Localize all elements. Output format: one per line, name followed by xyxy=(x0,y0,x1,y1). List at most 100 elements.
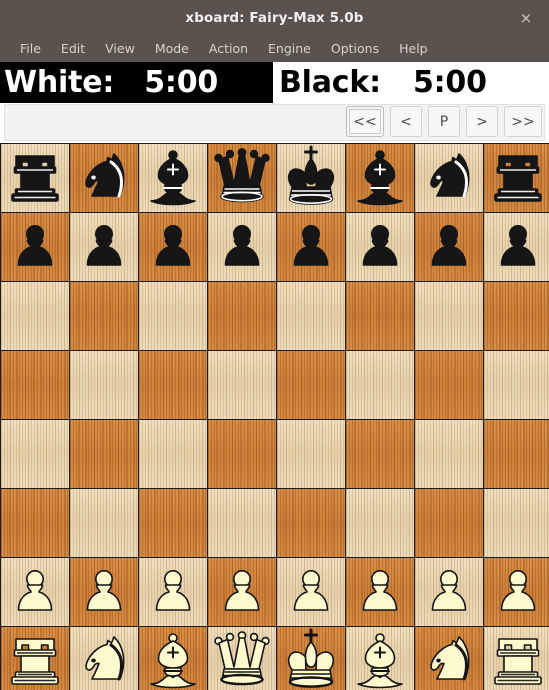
board-square[interactable] xyxy=(484,489,549,557)
board-square[interactable] xyxy=(70,213,138,281)
menu-item-action[interactable]: Action xyxy=(199,36,258,62)
board-square[interactable] xyxy=(484,144,549,212)
board-square[interactable] xyxy=(415,144,483,212)
board-square[interactable] xyxy=(346,489,414,557)
board-square[interactable] xyxy=(346,282,414,350)
board-square[interactable] xyxy=(208,489,276,557)
black-rook[interactable] xyxy=(1,144,69,212)
white-queen[interactable] xyxy=(208,627,276,690)
board-square[interactable] xyxy=(484,420,549,488)
board-square[interactable] xyxy=(208,420,276,488)
white-rook[interactable] xyxy=(1,627,69,690)
black-queen[interactable] xyxy=(208,144,276,212)
board-square[interactable] xyxy=(70,144,138,212)
board-square[interactable] xyxy=(346,144,414,212)
black-pawn[interactable] xyxy=(415,213,483,281)
board-square[interactable] xyxy=(70,558,138,626)
board-square[interactable] xyxy=(277,489,345,557)
board-square[interactable] xyxy=(277,627,345,690)
board-square[interactable] xyxy=(1,558,69,626)
previous-move-button[interactable]: < xyxy=(390,106,422,137)
board-square[interactable] xyxy=(415,282,483,350)
black-knight[interactable] xyxy=(70,144,138,212)
black-rook[interactable] xyxy=(484,144,549,212)
board-square[interactable] xyxy=(70,282,138,350)
board-square[interactable] xyxy=(1,282,69,350)
menu-item-view[interactable]: View xyxy=(95,36,145,62)
board-square[interactable] xyxy=(346,558,414,626)
chess-board[interactable] xyxy=(1,144,549,690)
white-clock[interactable]: White: 5:00 xyxy=(0,62,273,103)
board-square[interactable] xyxy=(208,144,276,212)
board-square[interactable] xyxy=(277,420,345,488)
white-rook[interactable] xyxy=(484,627,549,690)
board-square[interactable] xyxy=(484,351,549,419)
black-pawn[interactable] xyxy=(346,213,414,281)
close-icon[interactable]: × xyxy=(512,0,540,36)
black-pawn[interactable] xyxy=(1,213,69,281)
board-square[interactable] xyxy=(70,489,138,557)
board-square[interactable] xyxy=(139,282,207,350)
white-pawn[interactable] xyxy=(277,558,345,626)
next-move-button[interactable]: > xyxy=(466,106,498,137)
board-square[interactable] xyxy=(415,351,483,419)
board-square[interactable] xyxy=(139,489,207,557)
board-square[interactable] xyxy=(277,282,345,350)
board-square[interactable] xyxy=(139,351,207,419)
white-king[interactable] xyxy=(277,627,345,690)
last-move-button[interactable]: >> xyxy=(504,106,542,137)
board-square[interactable] xyxy=(70,627,138,690)
black-bishop[interactable] xyxy=(139,144,207,212)
white-pawn[interactable] xyxy=(208,558,276,626)
board-square[interactable] xyxy=(1,213,69,281)
menu-item-edit[interactable]: Edit xyxy=(51,36,95,62)
board-square[interactable] xyxy=(208,213,276,281)
board-square[interactable] xyxy=(484,213,549,281)
board-square[interactable] xyxy=(208,558,276,626)
board-square[interactable] xyxy=(1,489,69,557)
board-square[interactable] xyxy=(70,351,138,419)
board-square[interactable] xyxy=(484,558,549,626)
white-bishop[interactable] xyxy=(139,627,207,690)
menu-item-mode[interactable]: Mode xyxy=(145,36,199,62)
black-pawn[interactable] xyxy=(70,213,138,281)
white-pawn[interactable] xyxy=(139,558,207,626)
board-square[interactable] xyxy=(139,144,207,212)
board-square[interactable] xyxy=(415,420,483,488)
board-square[interactable] xyxy=(1,627,69,690)
white-knight[interactable] xyxy=(70,627,138,690)
board-square[interactable] xyxy=(208,627,276,690)
board-square[interactable] xyxy=(484,282,549,350)
board-square[interactable] xyxy=(139,213,207,281)
board-square[interactable] xyxy=(208,282,276,350)
board-square[interactable] xyxy=(346,351,414,419)
white-pawn[interactable] xyxy=(484,558,549,626)
board-square[interactable] xyxy=(415,213,483,281)
board-square[interactable] xyxy=(415,489,483,557)
white-bishop[interactable] xyxy=(346,627,414,690)
board-square[interactable] xyxy=(1,144,69,212)
board-square[interactable] xyxy=(70,420,138,488)
white-pawn[interactable] xyxy=(346,558,414,626)
menu-item-options[interactable]: Options xyxy=(321,36,389,62)
black-pawn[interactable] xyxy=(208,213,276,281)
black-bishop[interactable] xyxy=(346,144,414,212)
board-square[interactable] xyxy=(139,627,207,690)
board-square[interactable] xyxy=(346,420,414,488)
board-square[interactable] xyxy=(346,213,414,281)
pause-button[interactable]: P xyxy=(428,106,460,137)
board-square[interactable] xyxy=(277,558,345,626)
board-square[interactable] xyxy=(415,627,483,690)
white-knight[interactable] xyxy=(415,627,483,690)
board-square[interactable] xyxy=(277,213,345,281)
board-square[interactable] xyxy=(1,420,69,488)
board-square[interactable] xyxy=(208,351,276,419)
black-king[interactable] xyxy=(277,144,345,212)
black-knight[interactable] xyxy=(415,144,483,212)
first-move-button[interactable]: << xyxy=(346,106,384,137)
board-square[interactable] xyxy=(139,558,207,626)
menu-item-file[interactable]: File xyxy=(10,36,51,62)
menu-item-help[interactable]: Help xyxy=(389,36,438,62)
board-square[interactable] xyxy=(277,351,345,419)
white-pawn[interactable] xyxy=(70,558,138,626)
